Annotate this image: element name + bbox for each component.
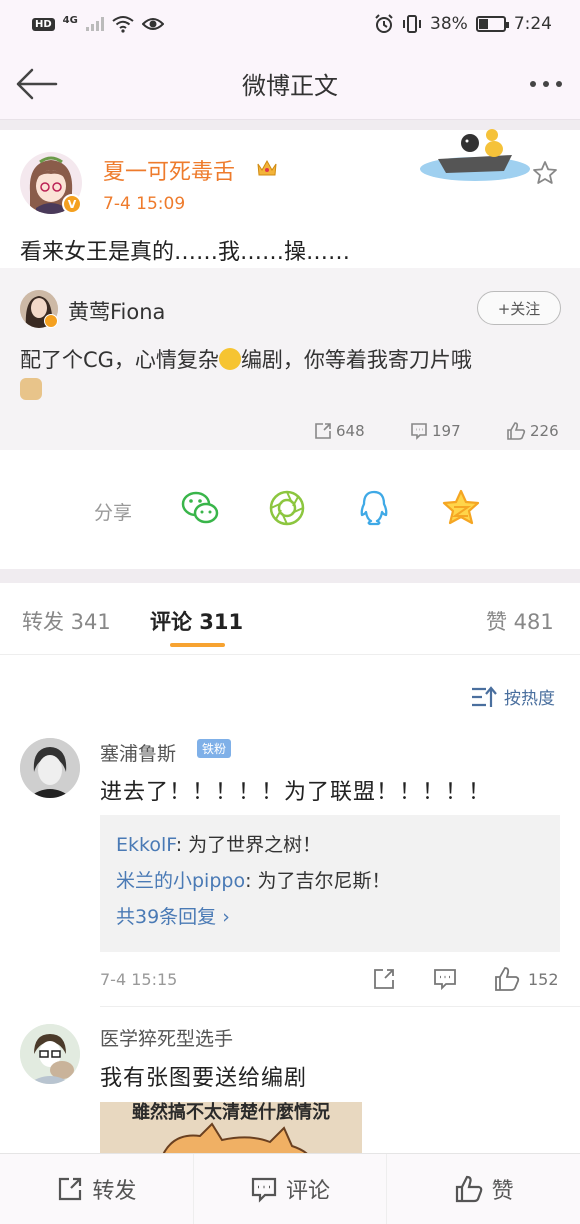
- like-button[interactable]: 赞: [387, 1154, 580, 1224]
- page-title: 微博正文: [242, 72, 338, 100]
- comment-icon: [411, 423, 427, 440]
- like-button-label: 赞: [491, 1179, 514, 1204]
- repost-count[interactable]: 648: [314, 422, 365, 440]
- repost-user-name[interactable]: 黄莺Fiona: [68, 296, 165, 326]
- wifi-icon: [112, 16, 134, 33]
- reply-user[interactable]: 米兰的小pippo: [116, 870, 245, 892]
- tab-comments[interactable]: 评论 311: [150, 606, 243, 636]
- reply-text: : 为了吉尔尼斯！: [245, 870, 391, 892]
- battery-fill: [478, 19, 488, 29]
- like-count-value: 226: [530, 422, 559, 440]
- section-divider-2: [0, 569, 580, 583]
- comment-reply-icon[interactable]: [433, 967, 457, 991]
- comment-button-label: 评论: [286, 1179, 331, 1204]
- comment-like-icon[interactable]: [494, 967, 520, 991]
- commenter-name[interactable]: 医学猝死型选手: [100, 1024, 233, 1051]
- comment-text: 进去了！！！！！为了联盟！！！！！: [100, 780, 492, 805]
- repost-button[interactable]: 转发: [0, 1154, 194, 1224]
- repost-text-part-1: 配了个CG，心情复杂: [20, 348, 219, 372]
- reply-user[interactable]: EkkolF: [116, 834, 176, 856]
- commenter-avatar[interactable]: [20, 738, 80, 798]
- crown-icon: [257, 159, 277, 176]
- comment-like-count: 152: [528, 970, 559, 989]
- eye-icon: [141, 18, 164, 30]
- comment-divider: [100, 1006, 580, 1007]
- tabs-divider: [0, 654, 580, 655]
- comment-count-value: 197: [432, 422, 461, 440]
- verified-badge-icon: V: [62, 194, 82, 214]
- repost-text: 配了个CG，心情复杂 编剧，你等着我寄刀片哦: [20, 345, 560, 405]
- favorite-star-icon[interactable]: [532, 160, 558, 186]
- vibrate-icon: [403, 15, 422, 33]
- comment-bubble-icon: [251, 1177, 277, 1203]
- reply-thread[interactable]: EkkolF: 为了世界之树！ 米兰的小pippo: 为了吉尔尼斯！ 共39条回…: [100, 815, 560, 952]
- repost-button-label: 转发: [92, 1179, 137, 1204]
- comment-button[interactable]: 评论: [194, 1154, 388, 1224]
- crying-laughing-emoji-icon: [218, 348, 241, 370]
- status-bar: HD 4G 38% 7:24: [0, 0, 580, 48]
- sort-icon: [472, 685, 497, 707]
- comment-share-icon[interactable]: [372, 967, 396, 991]
- commenter-name[interactable]: 塞浦鲁斯: [100, 739, 176, 766]
- repost-count-value: 648: [336, 422, 365, 440]
- commenter-avatar[interactable]: [20, 1024, 80, 1084]
- reply-item: EkkolF: 为了世界之树！: [116, 827, 544, 863]
- bottom-action-bar: 转发 评论 赞: [0, 1153, 580, 1224]
- active-tab-indicator: [170, 643, 225, 647]
- more-options-icon[interactable]: [530, 81, 562, 87]
- repost-text-part-2: 编剧，你等着我寄刀片哦: [240, 348, 472, 372]
- hd-indicator: HD: [32, 17, 55, 31]
- share-label: 分享: [94, 502, 133, 524]
- repost-icon: [59, 1177, 82, 1201]
- share-out-icon: [315, 423, 331, 439]
- comment-text: 我有张图要送给编剧: [100, 1066, 308, 1091]
- wechat-icon[interactable]: [180, 488, 220, 528]
- signal-icon: [85, 17, 104, 31]
- boat-decoration-icon: [420, 129, 530, 181]
- tab-reposts[interactable]: 转发 341: [22, 606, 111, 636]
- sort-by-hot-button[interactable]: 按热度: [470, 684, 555, 709]
- comment-time: 7-4 15:15: [100, 970, 178, 989]
- like-count[interactable]: 226: [506, 422, 559, 440]
- qq-icon[interactable]: [354, 488, 394, 528]
- post-time: 7-4 15:09: [103, 194, 186, 214]
- nav-bar: 微博正文: [0, 48, 580, 120]
- reply-text: : 为了世界之树！: [175, 834, 322, 856]
- qzone-icon[interactable]: [441, 488, 481, 528]
- sort-label: 按热度: [504, 689, 555, 709]
- doge-emoji-icon: [20, 378, 42, 400]
- moments-icon[interactable]: [267, 488, 307, 528]
- comment-count[interactable]: 197: [410, 422, 461, 440]
- fan-badge: 铁粉: [197, 739, 232, 758]
- battery-icon: [475, 16, 509, 32]
- battery-percent: 38%: [430, 14, 468, 34]
- author-name[interactable]: 夏一可死毒舌: [103, 154, 235, 186]
- alarm-icon: [375, 14, 393, 33]
- clock: 7:24: [513, 14, 552, 34]
- network-label: 4G: [62, 14, 78, 26]
- like-icon: [455, 1175, 483, 1203]
- thumbs-up-icon: [507, 422, 526, 440]
- tab-likes[interactable]: 赞 481: [486, 606, 554, 636]
- post-text: 看来女王是真的……我……操……: [20, 240, 351, 265]
- back-arrow-icon[interactable]: [14, 66, 58, 102]
- more-replies-link[interactable]: 共39条回复 ›: [116, 899, 544, 935]
- repost-verified-icon: [44, 314, 58, 328]
- reply-item: 米兰的小pippo: 为了吉尔尼斯！: [116, 863, 544, 899]
- follow-button[interactable]: +关注: [477, 291, 561, 325]
